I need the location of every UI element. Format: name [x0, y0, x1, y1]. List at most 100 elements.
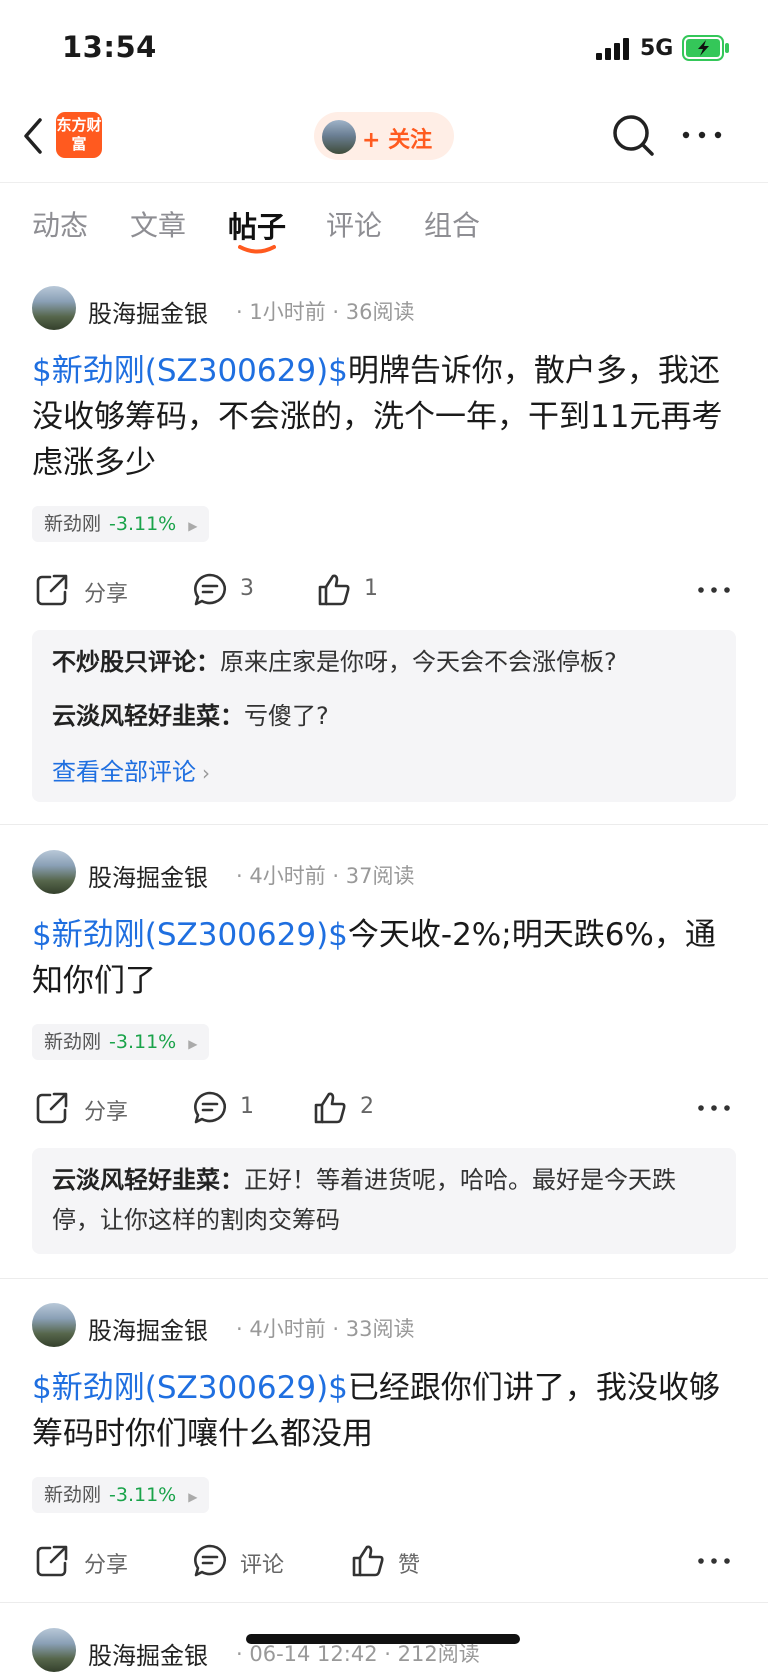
- post-actions: 分享 1 2: [0, 1084, 768, 1134]
- like-button[interactable]: 2: [312, 1084, 392, 1134]
- comment-icon: [194, 573, 226, 606]
- stock-chip[interactable]: 新劲刚 -3.11% ▶: [32, 1024, 210, 1060]
- tab-posts[interactable]: 帖子: [228, 204, 286, 246]
- post-body[interactable]: $新劲刚(SZ300629)$明牌告诉你，散户多，我还没收够筹码，不会涨的，洗个…: [32, 348, 740, 486]
- comment-text: 亏傻了?: [244, 702, 329, 730]
- comment-button[interactable]: 3: [192, 566, 272, 616]
- tab-portfolio[interactable]: 组合: [424, 204, 480, 244]
- stock-change: -3.11%: [109, 513, 177, 535]
- play-arrow-icon: ▶: [188, 519, 198, 533]
- post-more-icon[interactable]: [696, 580, 732, 600]
- share-button[interactable]: 分享: [34, 566, 144, 616]
- follow-label: + 关注: [362, 128, 433, 153]
- tab-comments[interactable]: 评论: [326, 204, 382, 244]
- author-name[interactable]: 股海掘金银: [88, 1311, 208, 1346]
- comment-label: 评论: [240, 1553, 285, 1578]
- post-body[interactable]: $新劲刚(SZ300629)$今天收-2%;明天跌6%，通知你们了: [32, 912, 740, 1004]
- back-arrow-icon[interactable]: [18, 114, 48, 158]
- post-reads: 36阅读: [345, 300, 415, 324]
- view-all-comments-link[interactable]: 查看全部评论 ›: [52, 752, 210, 787]
- comment-icon: [194, 1091, 226, 1124]
- author-avatar[interactable]: [32, 1628, 76, 1672]
- comment-text: 原来庄家是你呀，今天会不会涨停板?: [220, 648, 617, 676]
- post-divider: [0, 824, 768, 825]
- share-icon: [36, 1092, 68, 1124]
- like-label: 赞: [398, 1553, 421, 1578]
- status-bar: 13:54 5G: [0, 0, 768, 96]
- network-type: 5G: [640, 36, 674, 61]
- post-divider: [0, 1278, 768, 1279]
- chevron-right-icon: ›: [202, 761, 210, 785]
- comment-line: 云淡风轻好韭菜：亏傻了?: [52, 702, 329, 730]
- post-time: 4小时前: [249, 864, 326, 888]
- author-name[interactable]: 股海掘金银: [88, 858, 208, 893]
- share-icon: [36, 1545, 68, 1577]
- post-reads: 33阅读: [345, 1317, 415, 1341]
- post-meta: · 1小时前 · 36阅读: [236, 300, 415, 324]
- share-icon: [36, 574, 68, 606]
- home-indicator[interactable]: [246, 1634, 520, 1644]
- comment-user[interactable]: 云淡风轻好韭菜: [52, 702, 220, 730]
- top-nav-bar: 东方财富 + 关注: [0, 100, 768, 183]
- post-meta: · 4小时前 · 33阅读: [236, 1317, 415, 1341]
- author-avatar[interactable]: [32, 286, 76, 330]
- comment-user[interactable]: 不炒股只评论: [52, 648, 196, 676]
- comment-line: 不炒股只评论：原来庄家是你呀，今天会不会涨停板?: [52, 648, 617, 676]
- author-name[interactable]: 股海掘金银: [88, 1636, 208, 1671]
- status-time: 13:54: [62, 30, 157, 64]
- stock-change: -3.11%: [109, 1031, 177, 1053]
- like-count: 1: [364, 576, 378, 601]
- follow-button[interactable]: + 关注: [314, 112, 454, 160]
- post-body[interactable]: $新劲刚(SZ300629)$已经跟你们讲了，我没收够筹码时你们嚷什么都没用: [32, 1365, 740, 1457]
- like-button[interactable]: 赞: [350, 1537, 440, 1587]
- comment-preview[interactable]: 不炒股只评论：原来庄家是你呀，今天会不会涨停板? 云淡风轻好韭菜：亏傻了? 查看…: [32, 630, 736, 802]
- post-time: 1小时前: [249, 300, 326, 324]
- search-icon[interactable]: [610, 112, 656, 158]
- share-button[interactable]: 分享: [34, 1537, 144, 1587]
- stock-chip[interactable]: 新劲刚 -3.11% ▶: [32, 506, 210, 542]
- active-tab-indicator: [238, 245, 276, 254]
- comment-button[interactable]: 评论: [192, 1537, 302, 1587]
- thumbs-up-icon: [318, 574, 350, 606]
- post-actions: 分享 3 1: [0, 566, 768, 616]
- post-meta: · 4小时前 · 37阅读: [236, 864, 415, 888]
- stock-chip[interactable]: 新劲刚 -3.11% ▶: [32, 1477, 210, 1513]
- stock-ticker-link[interactable]: $新劲刚(SZ300629)$: [32, 917, 348, 953]
- post-time: 4小时前: [249, 1317, 326, 1341]
- stock-ticker-link[interactable]: $新劲刚(SZ300629)$: [32, 353, 348, 389]
- stock-change: -3.11%: [109, 1484, 177, 1506]
- view-all-label: 查看全部评论: [52, 758, 196, 786]
- post-more-icon[interactable]: [696, 1098, 732, 1118]
- comment-button[interactable]: 1: [192, 1084, 272, 1134]
- post-reads: 212阅读: [397, 1642, 480, 1666]
- share-button[interactable]: 分享: [34, 1084, 144, 1134]
- stock-name: 新劲刚: [44, 1031, 102, 1053]
- tab-dynamic[interactable]: 动态: [32, 204, 88, 244]
- like-button[interactable]: 1: [316, 566, 396, 616]
- stock-ticker-link[interactable]: $新劲刚(SZ300629)$: [32, 1370, 348, 1406]
- more-options-icon[interactable]: [680, 120, 724, 150]
- author-avatar[interactable]: [32, 850, 76, 894]
- comment-preview[interactable]: 云淡风轻好韭菜：正好！等着进货呢，哈哈。最好是今天跌停，让你这样的割肉交筹码: [32, 1148, 736, 1254]
- author-avatar[interactable]: [32, 1303, 76, 1347]
- author-name[interactable]: 股海掘金银: [88, 294, 208, 329]
- share-label: 分享: [84, 1100, 129, 1125]
- post-actions: 分享 评论 赞: [0, 1537, 768, 1587]
- battery-charging-icon: [682, 35, 729, 61]
- comment-user[interactable]: 云淡风轻好韭菜: [52, 1166, 220, 1194]
- play-arrow-icon: ▶: [188, 1490, 198, 1504]
- post-more-icon[interactable]: [696, 1551, 732, 1571]
- comment-count: 1: [240, 1094, 254, 1119]
- play-arrow-icon: ▶: [188, 1037, 198, 1051]
- share-label: 分享: [84, 1553, 129, 1578]
- tab-articles[interactable]: 文章: [130, 204, 186, 244]
- profile-tabs: 动态 文章 帖子 评论 组合: [0, 196, 768, 262]
- like-count: 2: [360, 1094, 374, 1119]
- share-label: 分享: [84, 582, 129, 607]
- post-reads: 37阅读: [345, 864, 415, 888]
- comment-icon: [194, 1544, 226, 1577]
- comment-count: 3: [240, 576, 254, 601]
- thumbs-up-icon: [314, 1092, 346, 1124]
- comment-line: 云淡风轻好韭菜：正好！等着进货呢，哈哈。最好是今天跌停，让你这样的割肉交筹码: [52, 1166, 676, 1234]
- stock-name: 新劲刚: [44, 513, 102, 535]
